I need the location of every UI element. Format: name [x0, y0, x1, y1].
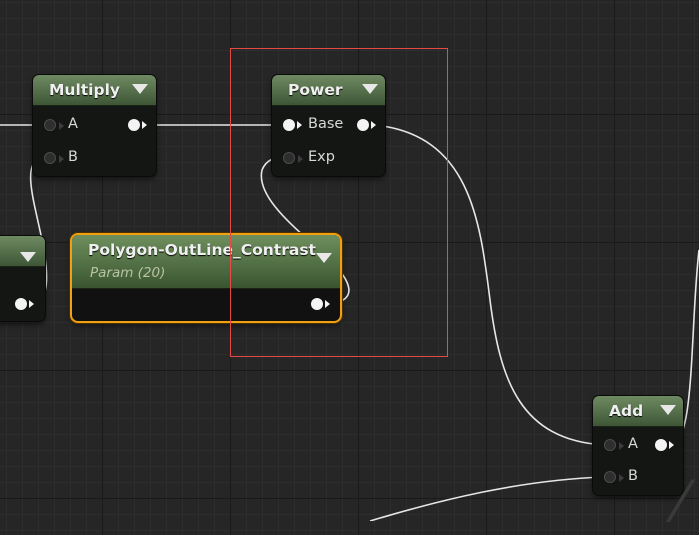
add-node[interactable]: Add A B	[593, 396, 683, 495]
multiply-node-header[interactable]: Multiply	[33, 75, 156, 106]
partial-node-output-pin[interactable]	[15, 298, 34, 310]
wire-to-add-b[interactable]	[369, 476, 605, 521]
wire-power-out-to-add-a[interactable]	[374, 124, 605, 446]
power-input-exp-pin[interactable]	[283, 152, 303, 164]
power-node-title: Power	[288, 81, 343, 99]
partial-node-left[interactable]: r	[0, 236, 45, 321]
add-input-b-pin[interactable]	[604, 471, 624, 483]
multiply-output-pin[interactable]	[128, 119, 147, 131]
collapse-triangle-icon[interactable]	[132, 84, 148, 94]
multiply-node-title: Multiply	[49, 81, 121, 99]
add-input-b-label: B	[628, 468, 638, 484]
param-output-pin[interactable]	[311, 298, 330, 310]
partial-node-header: r	[0, 236, 45, 267]
power-input-base-label: Base	[308, 116, 344, 132]
param-node-title: Polygon-OutLine_Contrast	[88, 241, 316, 259]
add-node-title: Add	[609, 402, 644, 420]
watermark-glyph: ⁄	[676, 470, 686, 535]
multiply-node[interactable]: Multiply A B	[33, 75, 156, 176]
power-input-exp-label: Exp	[308, 149, 335, 165]
power-node-header[interactable]: Power	[272, 75, 385, 106]
multiply-input-b-pin[interactable]	[44, 152, 64, 164]
param-node-subtitle: Param (20)	[90, 265, 166, 281]
power-input-base-pin[interactable]	[283, 119, 302, 131]
power-output-pin[interactable]	[357, 119, 376, 131]
multiply-input-a-pin[interactable]	[44, 119, 64, 131]
param-node[interactable]: Polygon-OutLine_Contrast Param (20)	[72, 235, 340, 321]
add-output-pin[interactable]	[655, 439, 674, 451]
collapse-triangle-icon[interactable]	[316, 253, 332, 263]
add-input-a-label: A	[628, 436, 638, 452]
collapse-triangle-icon[interactable]	[362, 84, 378, 94]
collapse-triangle-icon[interactable]	[20, 252, 36, 262]
param-node-header[interactable]: Polygon-OutLine_Contrast Param (20)	[72, 235, 340, 289]
multiply-input-b-label: B	[68, 149, 78, 165]
collapse-triangle-icon[interactable]	[660, 405, 676, 415]
add-input-a-pin[interactable]	[604, 439, 624, 451]
power-node[interactable]: Power Base Exp	[272, 75, 385, 176]
multiply-input-a-label: A	[68, 116, 78, 132]
add-node-header[interactable]: Add	[593, 396, 683, 427]
